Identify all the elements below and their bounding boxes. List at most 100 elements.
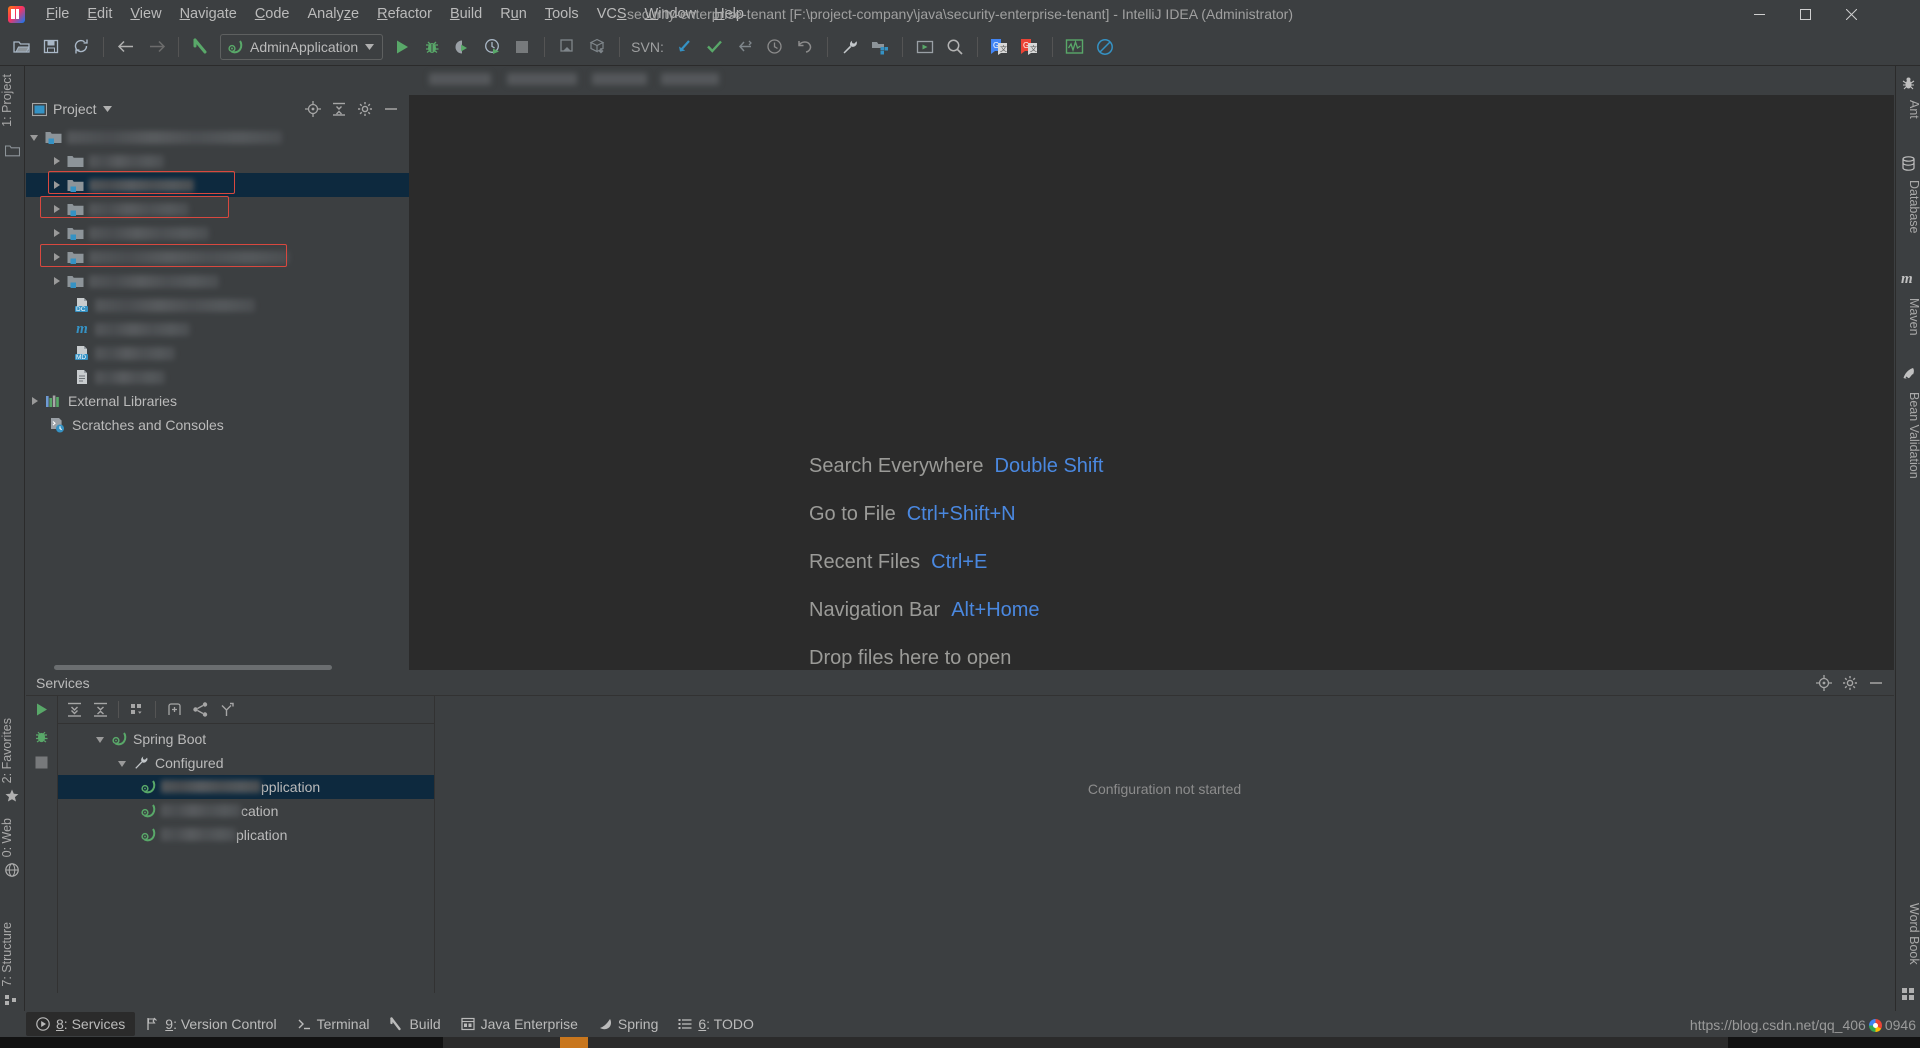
- locate-icon[interactable]: [301, 97, 325, 121]
- tree-row[interactable]: [26, 197, 409, 221]
- menu-refactor[interactable]: Refactor: [368, 2, 441, 26]
- menu-view[interactable]: View: [121, 2, 170, 26]
- commit-box-icon[interactable]: [582, 32, 612, 62]
- expand-arrow-icon[interactable]: [52, 276, 63, 287]
- tree-row-application[interactable]: plication: [58, 823, 434, 847]
- close-button[interactable]: [1828, 0, 1874, 28]
- hide-panel-icon[interactable]: [1864, 671, 1888, 695]
- collapse-all-icon[interactable]: [327, 97, 351, 121]
- maximize-button[interactable]: [1782, 0, 1828, 28]
- share-icon[interactable]: [188, 698, 212, 722]
- services-tree[interactable]: Spring Boot Configured pplication cation…: [58, 724, 434, 993]
- tree-row[interactable]: [26, 245, 409, 269]
- tab-terminal[interactable]: Terminal: [287, 1012, 380, 1036]
- expand-arrow-icon[interactable]: [52, 228, 63, 239]
- open-project-icon[interactable]: [6, 32, 36, 62]
- debug-icon[interactable]: [417, 32, 447, 62]
- expand-arrow-icon[interactable]: [30, 396, 41, 407]
- menu-file[interactable]: FFileile: [37, 2, 78, 26]
- menu-window[interactable]: Window: [636, 2, 706, 26]
- locate-icon[interactable]: [1812, 671, 1836, 695]
- menu-build[interactable]: Build: [441, 2, 491, 26]
- sidebar-item-ant[interactable]: Ant: [1896, 94, 1920, 125]
- tree-row-application-selected[interactable]: pplication: [58, 775, 434, 799]
- run-icon[interactable]: [387, 32, 417, 62]
- menu-code[interactable]: Code: [246, 2, 299, 26]
- translate-secondary-icon[interactable]: G文: [1015, 32, 1045, 62]
- menu-help[interactable]: Help: [705, 2, 753, 26]
- project-tree[interactable]: DC m MD External Libraries Scratches and…: [26, 123, 409, 670]
- expand-arrow-icon[interactable]: [96, 734, 107, 745]
- tree-row[interactable]: [26, 365, 409, 389]
- sidebar-item-structure[interactable]: 7: Structure: [0, 916, 25, 993]
- gear-icon[interactable]: [1838, 671, 1862, 695]
- save-all-icon[interactable]: [36, 32, 66, 62]
- tree-row-spring-boot[interactable]: Spring Boot: [58, 727, 434, 751]
- expand-arrow-icon[interactable]: [52, 252, 63, 263]
- tab-services[interactable]: 8: Services: [26, 1012, 136, 1036]
- expand-arrow-icon[interactable]: [30, 132, 41, 143]
- stop-icon[interactable]: [507, 32, 537, 62]
- sidebar-item-maven[interactable]: Maven: [1896, 292, 1920, 342]
- svn-update-icon[interactable]: [670, 32, 700, 62]
- sidebar-item-project[interactable]: 1: Project: [0, 68, 25, 133]
- sidebar-item-web[interactable]: 0: Web: [0, 812, 25, 863]
- build-project-icon[interactable]: [186, 32, 216, 62]
- stop-icon[interactable]: [35, 756, 48, 769]
- svn-rollback-icon[interactable]: [790, 32, 820, 62]
- menu-edit[interactable]: Edit: [78, 2, 121, 26]
- add-service-icon[interactable]: [162, 698, 186, 722]
- tree-row-application[interactable]: cation: [58, 799, 434, 823]
- google-translate-icon[interactable]: G文: [985, 32, 1015, 62]
- svn-history-icon[interactable]: [760, 32, 790, 62]
- tab-build[interactable]: Build: [379, 1012, 450, 1036]
- sidebar-item-database[interactable]: Database: [1896, 174, 1920, 240]
- menu-analyze[interactable]: Analyze: [299, 2, 369, 26]
- sidebar-item-favorites[interactable]: 2: Favorites: [0, 712, 25, 789]
- menu-tools[interactable]: Tools: [536, 2, 588, 26]
- run-anything-icon[interactable]: [910, 32, 940, 62]
- minimize-button[interactable]: [1736, 0, 1782, 28]
- activity-monitor-icon[interactable]: [1060, 32, 1090, 62]
- run-icon[interactable]: [34, 702, 49, 717]
- tab-version-control[interactable]: 9: Version Control: [135, 1012, 286, 1036]
- run-configuration-selector[interactable]: AdminApplication: [220, 33, 384, 60]
- svn-push-icon[interactable]: [730, 32, 760, 62]
- menu-navigate[interactable]: Navigate: [171, 2, 246, 26]
- synchronize-icon[interactable]: [66, 32, 96, 62]
- disable-inspections-icon[interactable]: [1090, 32, 1120, 62]
- search-everywhere-icon[interactable]: [940, 32, 970, 62]
- tree-row-scratches[interactable]: Scratches and Consoles: [26, 413, 409, 437]
- tab-todo[interactable]: 6: TODO: [668, 1012, 764, 1036]
- update-project-icon[interactable]: [552, 32, 582, 62]
- tab-blurred[interactable]: [429, 73, 491, 85]
- project-structure-icon[interactable]: [865, 32, 895, 62]
- expand-arrow-icon[interactable]: [52, 180, 63, 191]
- tab-blurred[interactable]: [661, 73, 719, 85]
- debug-icon[interactable]: [34, 729, 49, 744]
- forward-icon[interactable]: [141, 32, 171, 62]
- tab-blurred[interactable]: [592, 73, 647, 85]
- editor-empty-area[interactable]: Search Everywhere Double Shift Go to Fil…: [409, 95, 1894, 670]
- tree-row[interactable]: m: [26, 317, 409, 341]
- expand-all-icon[interactable]: [62, 698, 86, 722]
- hide-panel-icon[interactable]: [379, 97, 403, 121]
- collapse-all-icon[interactable]: [88, 698, 112, 722]
- tree-row[interactable]: [26, 221, 409, 245]
- tree-row[interactable]: MD: [26, 341, 409, 365]
- tree-row[interactable]: DC: [26, 293, 409, 317]
- sidebar-item-bean-validation[interactable]: Bean Validation: [1896, 386, 1920, 485]
- profile-icon[interactable]: [477, 32, 507, 62]
- gear-icon[interactable]: [353, 97, 377, 121]
- tab-blurred[interactable]: [507, 73, 577, 85]
- menu-run[interactable]: Run: [491, 2, 536, 26]
- back-icon[interactable]: [111, 32, 141, 62]
- expand-arrow-icon[interactable]: [118, 758, 129, 769]
- tree-row[interactable]: [26, 149, 409, 173]
- menu-vcs[interactable]: VCS: [588, 2, 636, 26]
- tree-row-configured[interactable]: Configured: [58, 751, 434, 775]
- expand-arrow-icon[interactable]: [52, 156, 63, 167]
- tree-row-external-libraries[interactable]: External Libraries: [26, 389, 409, 413]
- folder-icon[interactable]: [5, 144, 20, 157]
- tree-row[interactable]: [26, 125, 409, 149]
